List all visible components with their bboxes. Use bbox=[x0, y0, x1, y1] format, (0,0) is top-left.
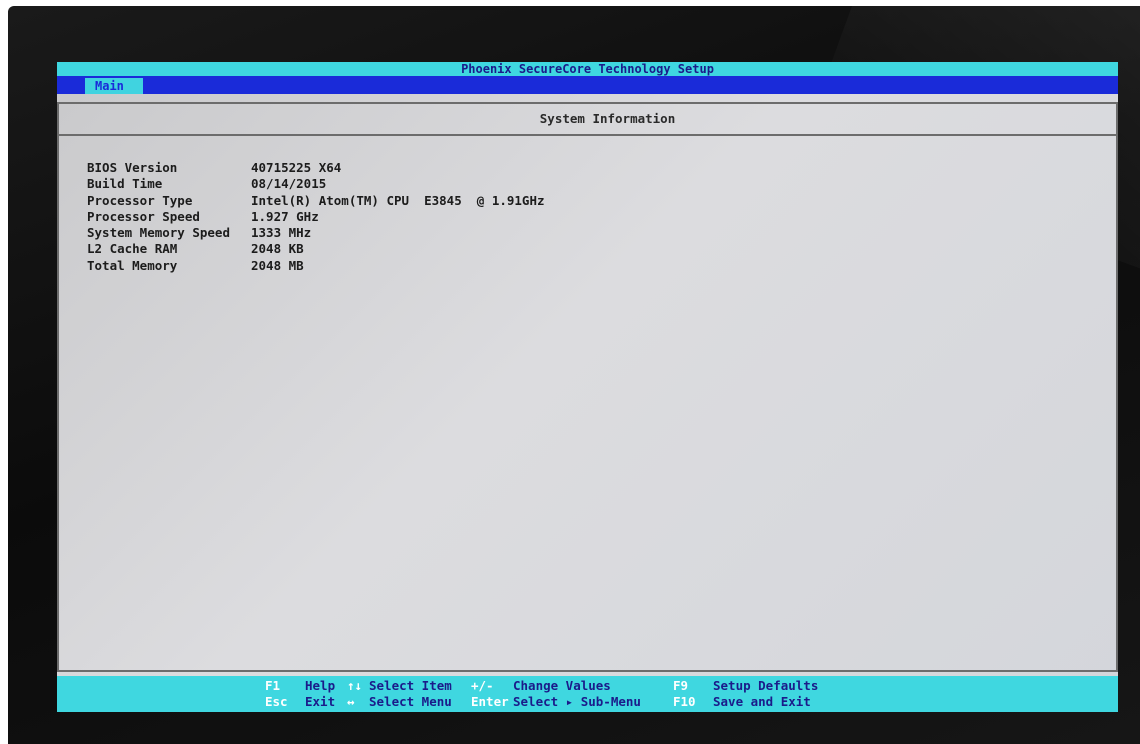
info-label: Processor Type bbox=[87, 192, 193, 208]
info-label: Processor Speed bbox=[87, 208, 200, 224]
key-esc[interactable]: Esc bbox=[265, 694, 305, 710]
key-help-footer: F1 Help ↑↓ Select Item +/- Change Values F9 Set… bbox=[57, 676, 1118, 712]
info-value: 40715225 X64 bbox=[251, 160, 342, 175]
bios-title: Phoenix SecureCore Technology Setup bbox=[57, 62, 1118, 76]
key-f9[interactable]: F9 bbox=[673, 678, 713, 694]
bios-screen: Phoenix SecureCore Technology Setup Main… bbox=[57, 62, 1118, 712]
info-label: BIOS Version bbox=[87, 160, 178, 175]
tab-main[interactable]: Main bbox=[85, 78, 143, 94]
info-row-memory-speed: System Memory Speed 1333 MHz bbox=[87, 225, 545, 241]
info-label: L2 Cache RAM bbox=[87, 241, 178, 257]
menu-bar: Main bbox=[57, 76, 1118, 94]
key-desc-select-menu: Select Menu bbox=[369, 694, 452, 709]
info-row-l2-cache: L2 Cache RAM 2048 KB bbox=[87, 241, 545, 257]
info-row-bios-version: BIOS Version 40715225 X64 bbox=[87, 160, 545, 176]
info-value: 08/14/2015 bbox=[251, 176, 327, 192]
key-desc-help: Help bbox=[305, 678, 336, 693]
info-row-total-memory: Total Memory 2048 MB bbox=[87, 258, 545, 274]
key-f10[interactable]: F10 bbox=[673, 694, 713, 710]
key-help-row: Esc Exit ↔ Select Menu Enter Select ▸ Sub-Men… bbox=[265, 694, 853, 710]
key-desc-select-submenu: Select ▸ Sub-Menu bbox=[513, 694, 641, 709]
key-f1[interactable]: F1 bbox=[265, 678, 305, 694]
info-value: 2048 MB bbox=[251, 257, 304, 273]
info-value: 1.927 GHz bbox=[251, 208, 319, 224]
key-desc-save-and-exit: Save and Exit bbox=[713, 694, 811, 709]
key-desc-select-item: Select Item bbox=[369, 678, 452, 693]
key-up-down-arrows-icon: ↑↓ bbox=[347, 678, 363, 693]
key-left-right-arrows-icon: ↔ bbox=[347, 694, 355, 709]
key-plus-minus: +/- bbox=[471, 678, 494, 693]
key-help-grid: F1 Help ↑↓ Select Item +/- Change Values F9 Set… bbox=[265, 678, 853, 710]
info-row-processor-type: Processor Type Intel(R) Atom(TM) CPU E384… bbox=[87, 193, 545, 209]
info-label: Build Time bbox=[87, 176, 163, 192]
info-value: Intel(R) Atom(TM) CPU E3845 @ 1.91GHz bbox=[251, 192, 545, 208]
info-row-build-time: Build Time 08/14/2015 bbox=[87, 176, 545, 192]
monitor-bezel: Phoenix SecureCore Technology Setup Main… bbox=[8, 6, 1140, 744]
key-desc-change-values: Change Values bbox=[513, 678, 611, 693]
info-row-processor-speed: Processor Speed 1.927 GHz bbox=[87, 209, 545, 225]
key-desc-exit: Exit bbox=[305, 694, 336, 709]
info-label: Total Memory bbox=[87, 257, 178, 273]
key-help-row: F1 Help ↑↓ Select Item +/- Change Values F9 Set… bbox=[265, 678, 853, 694]
key-enter[interactable]: Enter bbox=[471, 694, 513, 710]
info-label: System Memory Speed bbox=[87, 225, 230, 241]
content-frame: System Information BIOS Version 40715225 … bbox=[57, 102, 1118, 672]
info-value: 2048 KB bbox=[251, 241, 304, 257]
system-info-list: BIOS Version 40715225 X64 Build Time 08/14… bbox=[87, 160, 545, 274]
key-desc-setup-defaults: Setup Defaults bbox=[713, 678, 819, 693]
info-value: 1333 MHz bbox=[251, 225, 312, 241]
section-title: System Information bbox=[59, 104, 1116, 136]
